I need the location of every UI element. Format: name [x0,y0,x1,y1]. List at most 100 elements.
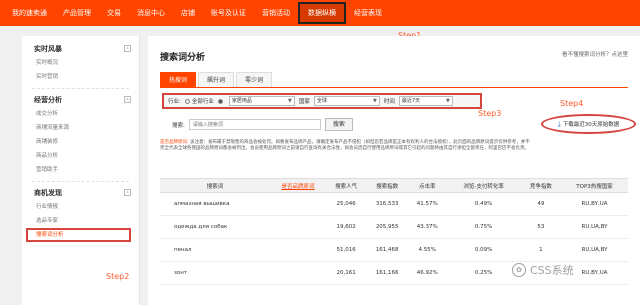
cell-conversion: 0.09% [446,238,521,262]
table-header-row: 搜索词 是否品牌原词 搜索人气 搜索指数 点击率 浏览-支付转化率 竞争指数 T… [160,178,628,193]
sidebar-divider [32,181,129,182]
cell-conversion: 0.25% [446,261,521,285]
column-header-term: 搜索词 [160,178,270,193]
cell-top3: RU,UA,BY [561,238,628,262]
sidebar-section-realtime[interactable]: 实时风暴 - [22,42,139,56]
download-button[interactable]: ⤓ 下载最近30天原始数据 [541,114,636,134]
notice-highlight: 是否品牌原词: [160,140,189,145]
nav-item-messages[interactable]: 消息中心 [129,0,173,26]
column-header-ctr[interactable]: 点击率 [408,178,447,193]
cell-term: пенал [160,238,270,262]
time-select[interactable]: 最近7天 ▼ [398,96,453,106]
radio-icon [184,99,190,104]
cell-term: зонт [160,261,270,285]
sidebar-item-sales-analysis[interactable]: 成交分析 [22,107,139,121]
nav-item-store[interactable]: 店铺 [173,0,203,26]
radio-selected-icon[interactable] [217,98,223,104]
cell-ctr: 46.92% [408,261,447,285]
sidebar-item-product-analysis[interactable]: 商品分析 [22,149,139,163]
collapse-icon[interactable]: - [124,96,131,103]
filter-bar: 行业: 全部行业 家居用品 ▼ 国家 全球 ▼ 时间 最近7天 ▼ [162,93,482,109]
column-header-conversion[interactable]: 浏览-支付转化率 [446,178,521,193]
chevron-down-icon: ▼ [446,98,450,104]
cell-competition: 53 [520,215,562,239]
help-link[interactable]: 看不懂搜索词分析？点这里 [562,50,628,58]
sidebar-section-opportunity[interactable]: 商机发现 - [22,186,139,200]
search-row: 搜索: 搜索 [172,118,353,131]
cell-term: алмазная вышивка [160,192,270,216]
sidebar-section-business[interactable]: 经营分析 - [22,93,139,107]
time-label: 时间 [383,99,395,105]
sidebar-item-realtime-marketing[interactable]: 实时营销 [22,70,139,84]
sidebar-item-product-expert[interactable]: 选品专家 [22,214,139,228]
notice-text: 该注意：发布属于禁限售的商品会被处罚。如要发布品牌产品，请确定发布产品不侵犯（如… [160,140,530,151]
collapse-icon[interactable]: - [124,45,131,52]
cell-index: 205,955 [366,215,409,239]
nav-item-account[interactable]: 账号及认证 [203,0,254,26]
sidebar-item-store-decoration[interactable]: 商铺装修 [22,135,139,149]
sidebar-divider [32,88,129,89]
table-row: алмазная вышивка 25,046 316,533 41.57% 0… [160,192,628,216]
column-header-index[interactable]: 搜索指数 [366,178,409,193]
nav-item-trade[interactable]: 交易 [99,0,129,26]
sidebar-item-traffic-source[interactable]: 商铺流量来源 [22,121,139,135]
nav-item-data[interactable]: 数据纵横 [298,2,346,24]
search-input[interactable] [188,119,321,130]
nav-item-performance[interactable]: 经营表现 [346,0,390,26]
column-header-popularity[interactable]: 搜索人气 [326,178,367,193]
cell-top3: RU,UA,BY [561,215,628,239]
industry-select[interactable]: 家居用品 ▼ [228,96,295,106]
search-button[interactable]: 搜索 [324,118,353,131]
watermark: ✿ CSS系统 [512,262,574,278]
cell-ctr: 41.57% [408,192,447,216]
cell-brand [270,215,326,239]
table-row: пенал 51,016 161,468 4.55% 0.09% 1 RU,UA… [160,238,628,262]
nav-item-my-aliexpress[interactable]: 我的速卖通 [4,0,55,26]
tab-zero-terms[interactable]: 零少词 [236,72,273,87]
cell-conversion: 0.75% [446,215,521,239]
industry-label: 行业: [168,99,181,105]
column-header-brand[interactable]: 是否品牌原词 [270,178,326,193]
cell-top3: RU,BY,UA [561,192,628,216]
cell-index: 161,468 [366,238,409,262]
sidebar-item-industry-intel[interactable]: 行业情报 [22,200,139,214]
step2-annotation: Step2 [106,272,130,281]
cell-brand [270,238,326,262]
nav-item-products[interactable]: 产品管理 [55,0,99,26]
cell-competition: 1 [520,238,562,262]
column-header-competition[interactable]: 竞争指数 [520,178,562,193]
industry-all-radio[interactable]: 全部行业 [184,97,214,105]
wechat-icon: ✿ [512,263,526,277]
step4-annotation: Step4 [560,99,584,108]
sidebar: 实时风暴 - 实时概况 实时营销 经营分析 - 成交分析 商铺流量来源 商铺装修… [22,36,140,305]
sidebar-item-search-term-analysis[interactable]: 搜索词分析 [26,228,131,242]
collapse-icon[interactable]: - [124,189,131,196]
tab-rising-terms[interactable]: 飙升词 [198,72,235,87]
cell-conversion: 0.49% [446,192,521,216]
cell-competition: 49 [520,192,562,216]
cell-brand [270,261,326,285]
tab-bar: 热搜词 飙升词 零少词 [160,72,628,88]
cell-ctr: 4.55% [408,238,447,262]
brand-notice: 是否品牌原词: 该注意：发布属于禁限售的商品会被处罚。如要发布品牌产品，请确定发… [160,140,530,152]
chevron-down-icon: ▼ [373,98,377,104]
cell-popularity: 20,161 [326,261,367,285]
nav-item-marketing[interactable]: 营销活动 [254,0,298,26]
sidebar-item-marketing-assistant[interactable]: 营销助手 [22,163,139,177]
cell-popularity: 25,046 [326,192,367,216]
table-row: одежда для собак 19,602 205,955 43.37% 0… [160,215,628,239]
cell-ctr: 43.37% [408,215,447,239]
step3-annotation: Step3 [478,109,502,118]
chevron-down-icon: ▼ [288,98,292,104]
tab-hot-terms[interactable]: 热搜词 [160,72,197,87]
cell-brand [270,192,326,216]
cell-index: 161,166 [366,261,409,285]
country-select[interactable]: 全球 ▼ [313,96,380,106]
cell-index: 316,533 [366,192,409,216]
cell-popularity: 19,602 [326,215,367,239]
top-navigation: 我的速卖通 产品管理 交易 消息中心 店铺 账号及认证 营销活动 数据纵横 经营… [0,0,640,26]
sidebar-item-realtime-overview[interactable]: 实时概况 [22,56,139,70]
download-icon: ⤓ [557,119,561,128]
country-label: 国家 [298,99,310,105]
page-title: 搜索词分析 [160,53,206,63]
